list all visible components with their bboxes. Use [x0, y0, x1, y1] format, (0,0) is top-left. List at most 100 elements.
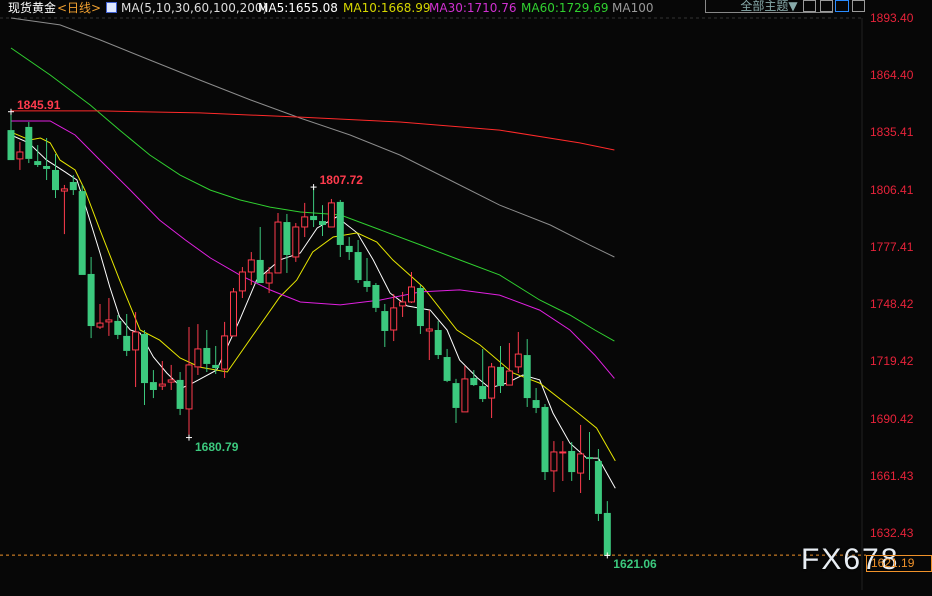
candle-body — [132, 331, 140, 351]
candle — [532, 388, 540, 414]
candle — [354, 240, 362, 284]
expand-right-icon[interactable] — [852, 0, 865, 12]
candle-body — [69, 181, 77, 191]
candle — [416, 285, 424, 334]
ma-params[interactable]: MA(5,10,30,60,100,200) — [121, 1, 267, 16]
candle — [559, 441, 567, 481]
ma5-value: MA5:1655.08 — [258, 1, 338, 15]
candle-body — [149, 382, 157, 390]
period-selector[interactable]: <日线> — [57, 1, 101, 16]
moving-average-lines — [10, 17, 616, 489]
candle — [425, 310, 433, 360]
candle — [149, 370, 157, 399]
candle — [34, 145, 42, 167]
candle-body — [336, 201, 344, 245]
candle-body — [408, 286, 415, 303]
candle-body — [505, 370, 513, 386]
candle — [25, 121, 33, 164]
candle-body — [497, 366, 504, 387]
candle — [479, 348, 487, 403]
candle-body — [461, 378, 469, 413]
candle-body — [203, 347, 211, 364]
candle — [78, 184, 86, 275]
candle-body — [577, 453, 585, 474]
candle — [523, 339, 531, 407]
candle-body — [141, 333, 148, 384]
candle-body — [301, 216, 309, 228]
candle-body — [292, 226, 300, 258]
candle-body — [114, 320, 122, 335]
high-label: 1807.72 — [319, 173, 363, 188]
candle-body — [194, 348, 202, 368]
candlestick-chart[interactable] — [0, 0, 932, 596]
candle-body — [247, 259, 255, 273]
candle — [577, 424, 585, 493]
candle-body — [123, 335, 131, 351]
ma200-line — [11, 110, 615, 151]
candle — [7, 111, 15, 161]
candle-body — [34, 161, 42, 166]
line-chart-icon[interactable] — [106, 2, 117, 13]
candle-body — [568, 450, 576, 473]
candle — [345, 237, 353, 260]
ma10-value: MA10:1668.99 — [343, 1, 431, 15]
candle-body — [256, 259, 264, 284]
crosshair-icon[interactable] — [803, 0, 816, 12]
candle-body — [372, 285, 380, 308]
candle — [443, 348, 451, 383]
candle — [461, 365, 469, 413]
candle-body — [532, 400, 540, 408]
ma100-line — [10, 17, 615, 258]
axis-label: 1690.42 — [870, 411, 914, 426]
candle-body — [238, 271, 246, 292]
candle-body — [167, 379, 175, 383]
candle — [434, 320, 442, 360]
candle — [514, 331, 522, 374]
candle — [185, 327, 193, 438]
candle — [594, 448, 602, 522]
candle — [256, 226, 264, 284]
axis-label: 1748.42 — [870, 297, 914, 312]
candle — [96, 303, 104, 330]
candle — [319, 205, 326, 237]
play-icon[interactable] — [835, 0, 849, 12]
candle-body — [7, 130, 15, 161]
axis-label: 1719.42 — [870, 354, 914, 369]
ma30-value: MA30:1710.76 — [429, 1, 517, 15]
axis-label: 1893.40 — [870, 11, 914, 25]
candle — [238, 267, 246, 299]
candle — [114, 314, 122, 340]
candle-body — [105, 319, 113, 323]
candle — [203, 329, 211, 373]
candle-body — [594, 461, 602, 514]
candle — [60, 184, 68, 235]
candle-body — [212, 364, 220, 369]
range-icon[interactable] — [820, 0, 833, 12]
candle — [310, 187, 318, 227]
candle-body — [60, 188, 68, 192]
candles — [7, 111, 611, 556]
candle-body — [16, 151, 24, 160]
candle-body — [158, 383, 166, 387]
candle — [372, 283, 380, 313]
extreme-markers — [8, 108, 611, 559]
candle-body — [310, 215, 318, 221]
ma30-line — [11, 120, 615, 379]
candle-body — [470, 377, 478, 386]
candle-body — [390, 307, 398, 331]
candle-body — [586, 457, 593, 460]
candle-body — [221, 335, 229, 370]
candle — [363, 257, 371, 292]
candle — [194, 324, 202, 375]
candle-body — [96, 322, 104, 328]
candle-body — [363, 281, 371, 287]
candle — [283, 213, 291, 273]
candle — [292, 223, 300, 262]
candle — [176, 372, 184, 416]
candle-body — [43, 166, 51, 169]
low-label: 1680.79 — [195, 439, 239, 454]
candle — [452, 378, 460, 423]
axis-label: 1661.43 — [870, 468, 914, 483]
candle-body — [443, 357, 451, 381]
axis-label: 1632.43 — [870, 525, 914, 540]
